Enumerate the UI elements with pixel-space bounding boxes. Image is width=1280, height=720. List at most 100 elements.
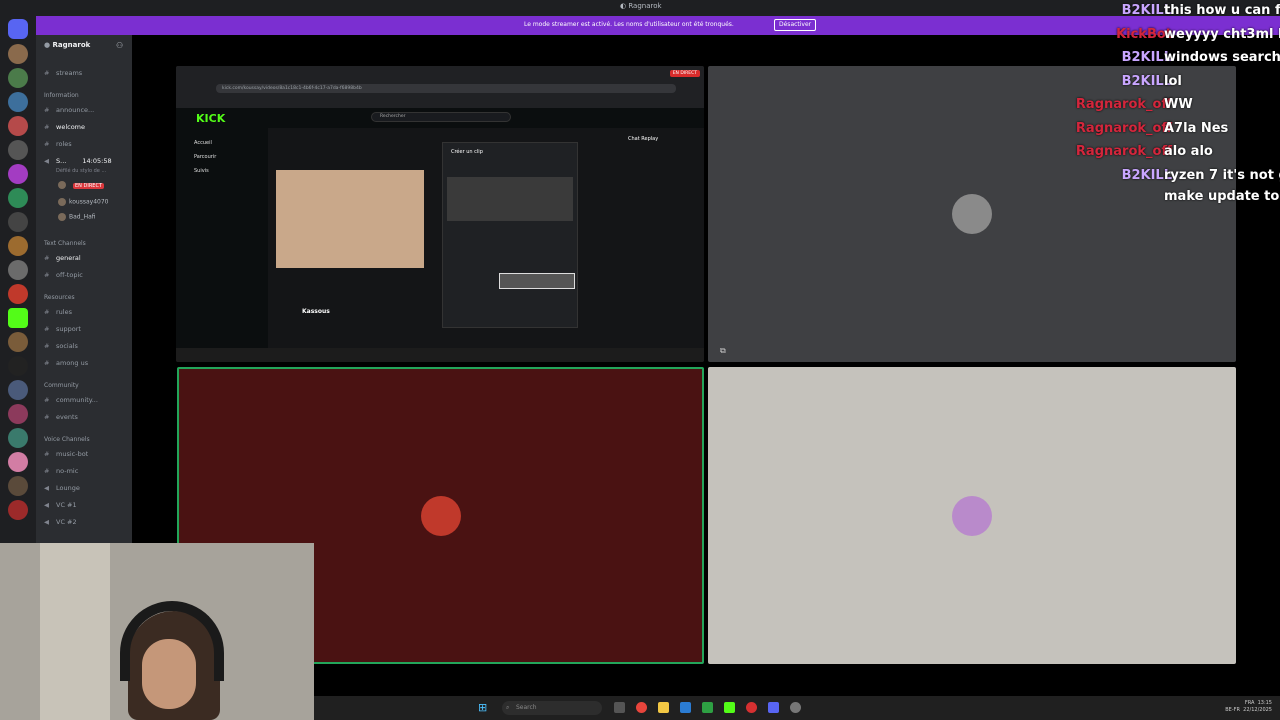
chrome-icon[interactable] (636, 702, 647, 713)
chat-message-continuation: make update to in (1164, 189, 1280, 204)
category-voice-channels[interactable]: Voice Channels (44, 436, 90, 443)
settings-icon[interactable] (790, 702, 801, 713)
server-icon[interactable] (8, 44, 28, 64)
channel-welcome[interactable]: # welcome (44, 120, 130, 134)
chat-message: Ragnarok_off WW (1070, 94, 1280, 116)
channel-events[interactable]: # events (44, 410, 130, 424)
discord-home-icon[interactable] (8, 19, 28, 39)
server-icon[interactable] (8, 404, 28, 424)
voice-channel-vc2[interactable]: ◀ VC #2 (44, 515, 130, 529)
kick-nav-browse: Parcourir (194, 154, 217, 160)
kick-server-icon[interactable] (8, 308, 28, 328)
chat-message: B2KILLryzen 7 it's not go (1070, 165, 1280, 187)
avatar (952, 194, 992, 234)
category-community[interactable]: Community (44, 382, 79, 389)
server-icon[interactable] (8, 68, 28, 88)
channel-label: roles (56, 140, 72, 148)
screenshare-tile[interactable]: kick.com/koussay/videos/8a1c18c1-4b6f-4c… (176, 66, 704, 362)
server-icon[interactable] (8, 236, 28, 256)
stage-timer: 14:05:58 (82, 157, 112, 165)
server-icon[interactable] (8, 140, 28, 160)
server-icon[interactable] (8, 428, 28, 448)
participant-tile[interactable] (708, 367, 1236, 664)
server-name[interactable]: Ragnarok (44, 41, 91, 49)
channel-no-mic[interactable]: # no-mic (44, 464, 130, 478)
system-tray[interactable]: FRA 13:15 BE-FR 22/12/2025 (1225, 700, 1272, 714)
voice-channel-lounge[interactable]: ◀ Lounge (44, 481, 130, 495)
chat-username: Ragnarok_off (1075, 144, 1172, 159)
chat-text: this how u can fin (1164, 3, 1280, 18)
server-icon[interactable] (8, 212, 28, 232)
clip-preview (447, 177, 573, 221)
channel-label: among us (56, 359, 89, 367)
channel-announcements[interactable]: # announce... (44, 103, 130, 117)
clip-dialog-title: Créer un clip (451, 149, 483, 155)
channel-label: off-topic (56, 271, 83, 279)
channel-off-topic[interactable]: # off-topic (44, 268, 130, 282)
channel-roles[interactable]: # roles (44, 137, 130, 151)
server-icon[interactable] (8, 92, 28, 112)
channel-label: general (56, 254, 81, 262)
avatar (952, 495, 992, 536)
hash-icon: # (44, 69, 50, 77)
voice-username: Bad_Hafi (69, 213, 96, 221)
server-icon[interactable] (8, 452, 28, 472)
category-resources[interactable]: Resources (44, 294, 75, 301)
add-member-icon[interactable]: ⚇ (116, 41, 123, 50)
input-region: BE-FR (1225, 707, 1240, 713)
chat-message: B2KILLthis how u can fin (1070, 0, 1280, 22)
channel-streams[interactable]: # streams (44, 66, 130, 80)
chat-overlay: B2KILLthis how u can finKickBotweyyyy ch… (1070, 0, 1280, 215)
channel-label: events (56, 413, 78, 421)
category-text-channels[interactable]: Text Channels (44, 240, 86, 247)
channel-general[interactable]: # general (44, 251, 130, 265)
hash-icon: # (44, 308, 50, 316)
channel-label: VC #2 (56, 518, 77, 526)
chat-message: Ragnarok_off alo alo (1070, 141, 1280, 163)
channel-support[interactable]: # support (44, 322, 130, 336)
channel-community[interactable]: # community... (44, 393, 130, 407)
hash-icon: # (44, 325, 50, 333)
hash-icon: # (44, 106, 50, 114)
task-view-icon[interactable] (614, 702, 625, 713)
taskbar-search[interactable]: Search (502, 701, 602, 715)
server-icon[interactable] (8, 500, 28, 520)
app-icon[interactable] (702, 702, 713, 713)
voice-user-live[interactable]: EN DIRECT (58, 181, 104, 189)
discord-icon[interactable] (768, 702, 779, 713)
server-icon[interactable] (8, 188, 28, 208)
app-icon[interactable] (724, 702, 735, 713)
browser-chrome: kick.com/koussay/videos/8a1c18c1-4b6f-4c… (176, 66, 704, 108)
channel-label: S... (56, 157, 67, 165)
opera-icon[interactable] (746, 702, 757, 713)
server-icon[interactable] (8, 116, 28, 136)
channel-label: rules (56, 308, 72, 316)
disable-streamer-mode-button[interactable]: Désactiver (774, 19, 817, 31)
kick-sidebar: Accueil Parcourir Suivis (176, 128, 268, 348)
server-icon[interactable] (8, 332, 28, 352)
voice-user[interactable]: Bad_Hafi (58, 213, 96, 221)
server-icon[interactable] (8, 284, 28, 304)
server-icon[interactable] (8, 356, 28, 376)
server-icon[interactable] (8, 380, 28, 400)
channel-label: welcome (56, 123, 86, 131)
server-icon[interactable] (8, 260, 28, 280)
chat-username: Ragnarok_off (1075, 120, 1172, 136)
channel-among-us[interactable]: # among us (44, 356, 130, 370)
category-information[interactable]: Information (44, 92, 79, 99)
clock-time: 13:15 (1257, 700, 1272, 706)
voice-user[interactable]: koussay4070 (58, 198, 108, 206)
server-icon[interactable] (8, 164, 28, 184)
store-icon[interactable] (680, 702, 691, 713)
server-icon[interactable] (8, 476, 28, 496)
file-explorer-icon[interactable] (658, 702, 669, 713)
channel-rules[interactable]: # rules (44, 305, 130, 319)
channel-socials[interactable]: # socials (44, 339, 130, 353)
shared-taskbar (176, 348, 704, 362)
server-rail (0, 16, 36, 546)
windows-start-icon[interactable]: ⊞ (478, 701, 492, 715)
voice-channel-vc1[interactable]: ◀ VC #1 (44, 498, 130, 512)
channel-music-bot[interactable]: # music-bot (44, 447, 130, 461)
hash-icon: # (44, 342, 50, 350)
stage-channel[interactable]: ◀ S... 14:05:58 (44, 154, 130, 168)
